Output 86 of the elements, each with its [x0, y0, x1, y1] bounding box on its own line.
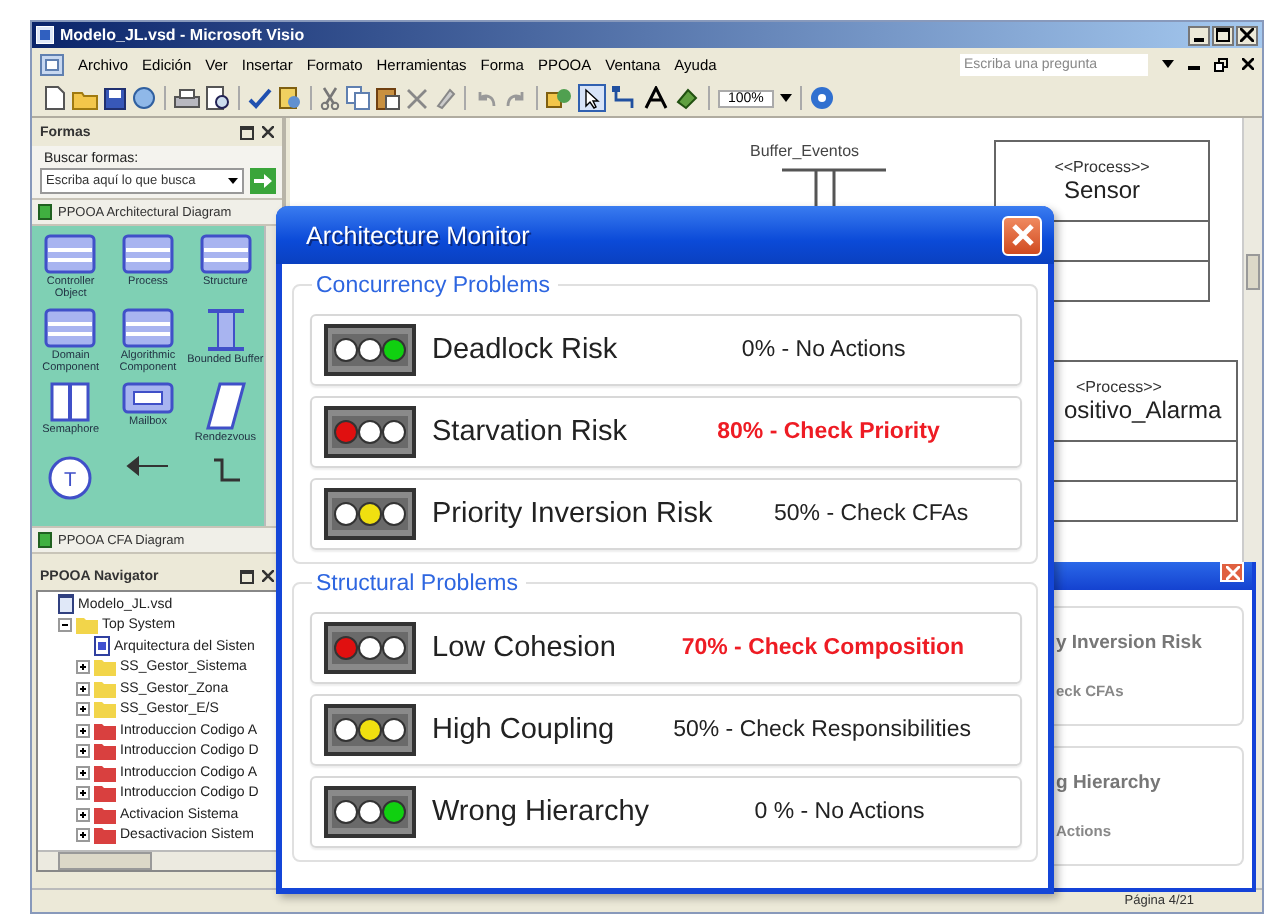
arrow-icon	[254, 172, 272, 190]
close-icon	[1011, 224, 1033, 246]
connector-shape-icon[interactable]	[209, 456, 242, 488]
spelling-icon[interactable]	[248, 86, 272, 110]
process-shape-icon[interactable]	[121, 234, 174, 274]
problem-status: 70% - Check Composition	[679, 636, 967, 660]
window-icon[interactable]	[240, 569, 254, 583]
search-go-button[interactable]	[250, 168, 276, 194]
problem-label: High Coupling	[432, 714, 615, 746]
close-icon	[1240, 28, 1254, 42]
problem-status: 50% - Check Responsibilities	[671, 718, 974, 742]
problem-status: 80% - Check Priority	[715, 420, 942, 444]
expander-icon[interactable]	[76, 744, 90, 759]
dropdown-arrow-icon[interactable]	[1162, 60, 1174, 68]
dropdown-arrow-icon[interactable]	[228, 178, 238, 184]
buffer-shape[interactable]	[782, 168, 886, 208]
process-stereotype: <<Process>>	[1054, 158, 1150, 176]
minimize-button[interactable]	[1188, 25, 1210, 45]
window-title: Modelo_JL.vsd - Microsoft Visio	[60, 26, 305, 44]
copy-icon[interactable]	[346, 86, 370, 110]
close-icon	[1225, 565, 1239, 579]
restore-icon[interactable]	[1214, 57, 1228, 71]
problem-status: 0 % - No Actions	[752, 800, 927, 824]
semaphore-shape-icon[interactable]	[50, 382, 91, 422]
problem-status: 50% - Check CFAs	[772, 502, 971, 526]
expander-icon[interactable]	[76, 828, 90, 843]
buffer-label: Buffer_Eventos	[750, 142, 860, 160]
stencil-icon	[38, 532, 52, 548]
window-icon[interactable]	[240, 125, 254, 139]
new-document-icon[interactable]	[44, 86, 66, 110]
save-icon[interactable]	[104, 87, 126, 109]
close-icon[interactable]	[262, 570, 274, 582]
problem-label: Priority Inversion Risk	[432, 498, 713, 530]
expander-icon[interactable]	[76, 702, 90, 717]
expander-icon[interactable]	[76, 681, 90, 696]
process-shape-icon[interactable]	[121, 308, 174, 348]
printer-icon[interactable]	[174, 87, 200, 109]
mailbox-shape-icon[interactable]	[121, 382, 174, 414]
shapes-icon[interactable]	[546, 86, 572, 110]
paste-icon[interactable]	[376, 86, 400, 110]
problem-label: Deadlock Risk	[432, 334, 618, 366]
help-icon[interactable]	[809, 86, 834, 110]
cut-icon[interactable]	[320, 86, 340, 110]
process-shape-icon[interactable]	[199, 234, 252, 274]
buffer-shape-icon[interactable]	[203, 308, 248, 352]
maximize-icon	[1216, 28, 1230, 42]
expander-icon[interactable]	[76, 786, 90, 801]
process-shape-icon[interactable]	[44, 308, 97, 348]
page-icon	[94, 636, 110, 657]
delete-icon[interactable]	[406, 87, 428, 109]
text-tool-icon[interactable]	[644, 86, 668, 110]
problem-label: Wrong Hierarchy	[432, 796, 650, 828]
maximize-button[interactable]	[1212, 25, 1234, 45]
file-icon	[58, 594, 74, 615]
expander-icon[interactable]	[76, 765, 90, 780]
group-title: Concurrency Problems	[312, 274, 558, 298]
group-title: Structural Problems	[312, 572, 526, 596]
problem-label: g Hierarchy	[1056, 772, 1163, 794]
parallelogram-shape-icon[interactable]	[205, 382, 246, 430]
circle-shape-icon[interactable]: T	[48, 456, 93, 500]
process-name: Sensor	[1063, 176, 1141, 204]
close-button[interactable]	[1236, 25, 1258, 45]
print-preview-icon[interactable]	[206, 86, 230, 110]
problem-label: y Inversion Risk	[1056, 632, 1204, 654]
expander-icon[interactable]	[58, 618, 72, 633]
stencil-icon	[38, 204, 52, 220]
document-icon	[40, 53, 64, 75]
scrollbar[interactable]	[38, 850, 276, 870]
close-icon[interactable]	[1242, 58, 1254, 70]
close-icon[interactable]	[262, 126, 274, 138]
process-stereotype: <Process>>	[1074, 378, 1162, 396]
problem-label: Starvation Risk	[432, 416, 628, 448]
expander-icon[interactable]	[76, 723, 90, 738]
expander-icon[interactable]	[76, 807, 90, 822]
arrow-shape-icon[interactable]	[125, 456, 170, 476]
dialog-title: Architecture Monitor	[306, 221, 530, 249]
problem-label: Low Cohesion	[432, 632, 616, 664]
process-shape-icon[interactable]	[44, 234, 97, 274]
problem-status: 0% - No Actions	[739, 338, 908, 362]
connector-tool-icon[interactable]	[612, 86, 638, 110]
pointer-tool-icon[interactable]	[578, 84, 606, 112]
expander-icon[interactable]	[76, 660, 90, 675]
process-name: ositivo_Alarma	[1064, 396, 1222, 424]
process-box[interactable]: <Process>> ositivo_Alarma	[1050, 360, 1238, 522]
app-icon	[36, 26, 54, 44]
dropdown-arrow-icon[interactable]	[779, 94, 792, 102]
